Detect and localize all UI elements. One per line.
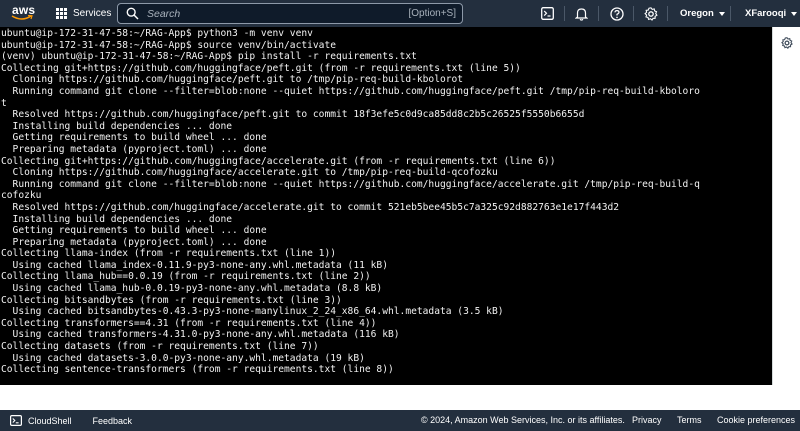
terminal-line: Cloning https://github.com/huggingface/a… <box>1 167 498 179</box>
account-label: XFarooqi <box>745 8 787 19</box>
cloudshell-icon <box>10 415 23 427</box>
chevron-down-icon <box>718 11 725 16</box>
terminal-line: ubuntu@ip-172-31-47-58:~/RAG-App$ python… <box>1 28 313 39</box>
terminal-line: Installing build dependencies ... done <box>1 213 233 225</box>
nav-divider <box>633 6 634 21</box>
nav-divider <box>598 6 599 21</box>
account-menu[interactable]: XFarooqi <box>745 8 798 19</box>
terminal-line: Preparing metadata (pyproject.toml) ... … <box>1 236 267 248</box>
search-icon <box>126 7 139 20</box>
search-shortcut-hint: [Option+S] <box>408 8 456 19</box>
terminal-line: ubuntu@ip-172-31-47-58:~/RAG-App$ source… <box>1 39 337 51</box>
terminal-side-panel <box>772 27 800 385</box>
terminal-line: Resolved https://github.com/huggingface/… <box>1 201 620 213</box>
terminal-line: Collecting llama-index (from -r requirem… <box>1 248 337 260</box>
terminal-line: Using cached llama_index-0.11.9-py3-none… <box>1 259 388 271</box>
services-label: Services <box>73 8 112 19</box>
terminal-line: Collecting bitsandbytes (from -r require… <box>1 294 342 306</box>
terminal-line: Collecting transformers==4.31 (from -r r… <box>1 317 377 329</box>
feedback-link[interactable]: Feedback <box>93 416 133 426</box>
terminal-line: Running command git clone --filter=blob:… <box>1 85 700 97</box>
terminal-line: Using cached bitsandbytes-0.43.3-py3-non… <box>1 306 504 318</box>
services-menu-button[interactable]: Services <box>56 8 111 19</box>
terminal-line: Cloning https://github.com/huggingface/p… <box>1 74 464 86</box>
top-navigation-bar: aws Services [Option+S] <box>0 0 800 27</box>
terminal-line: Getting requirements to build wheel ... … <box>1 225 267 237</box>
terminal-line: Preparing metadata (pyproject.toml) ... … <box>1 143 267 155</box>
terminal-bottom-area <box>0 385 800 410</box>
help-icon[interactable] <box>609 6 624 21</box>
terminal-line: Getting requirements to build wheel ... … <box>1 132 267 144</box>
terminal-line: Using cached llama_hub-0.0.19-py3-none-a… <box>1 283 383 295</box>
nav-divider <box>564 6 565 21</box>
privacy-link[interactable]: Privacy <box>632 415 662 425</box>
aws-smile-icon <box>11 15 33 20</box>
terminal-line: Collecting git+https://github.com/huggin… <box>1 62 521 74</box>
region-label: Oregon <box>680 8 714 19</box>
aws-logo[interactable]: aws <box>10 0 40 27</box>
cloudshell-button[interactable]: CloudShell <box>10 415 72 427</box>
terminal-line: Installing build dependencies ... done <box>1 120 233 132</box>
terminal-line: Collecting llama_hub==0.0.19 (from -r re… <box>1 271 371 283</box>
bell-icon[interactable] <box>574 6 589 21</box>
terminal-line: cofozku <box>1 190 42 202</box>
terminal-line: Using cached datasets-3.0.0-py3-none-any… <box>1 352 365 364</box>
settings-gear-icon[interactable] <box>781 36 793 49</box>
nav-divider <box>730 6 731 21</box>
terminal-line: Collecting sentence-transformers (from -… <box>1 364 394 376</box>
terminal-line: Collecting git+https://github.com/huggin… <box>1 155 556 167</box>
terminal-line: Running command git clone --filter=blob:… <box>1 178 700 190</box>
console-footer: CloudShell Feedback © 2024, Amazon Web S… <box>0 410 800 431</box>
cookie-preferences-link[interactable]: Cookie preferences <box>717 415 795 425</box>
terminal-line: t <box>1 97 7 109</box>
copyright-text: © 2024, Amazon Web Services, Inc. or its… <box>421 415 625 425</box>
terminal-icon[interactable] <box>540 6 555 21</box>
nav-divider <box>667 6 668 21</box>
gear-icon[interactable] <box>643 6 658 21</box>
search-box[interactable]: [Option+S] <box>117 3 463 24</box>
cloudshell-terminal[interactable]: ubuntu@ip-172-31-47-58:~/RAG-App$ python… <box>0 27 772 385</box>
search-input[interactable] <box>147 7 417 20</box>
terminal-line: Collecting datasets (from -r requirement… <box>1 341 319 353</box>
chevron-down-icon <box>791 11 798 16</box>
terms-link[interactable]: Terms <box>677 415 702 425</box>
grid-icon <box>56 8 67 19</box>
terminal-line: Using cached transformers-4.31.0-py3-non… <box>1 329 400 341</box>
region-selector[interactable]: Oregon <box>680 8 725 19</box>
terminal-line: Resolved https://github.com/huggingface/… <box>1 109 585 121</box>
cloudshell-label: CloudShell <box>28 415 72 426</box>
terminal-line: (venv) ubuntu@ip-172-31-47-58:~/RAG-App$… <box>1 51 417 63</box>
